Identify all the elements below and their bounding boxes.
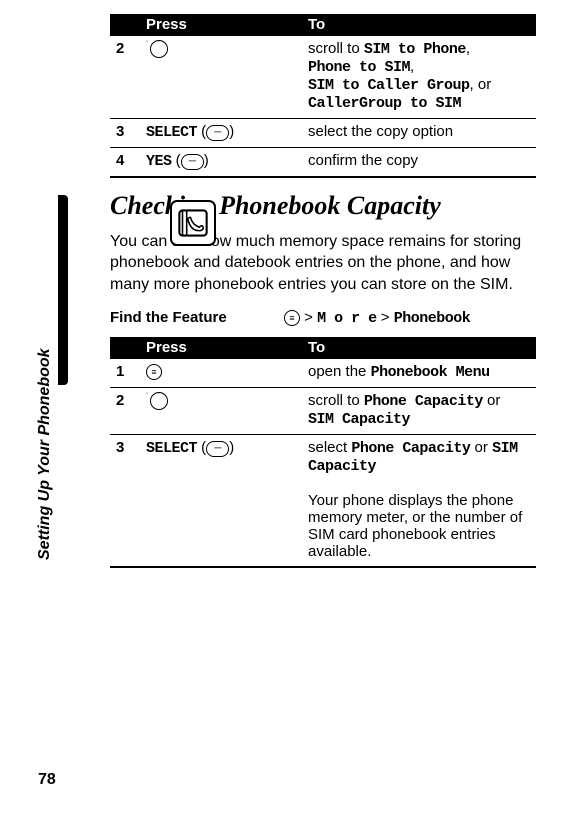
side-tab: [58, 195, 68, 385]
col-to: To: [302, 14, 536, 36]
table-row: 2 scroll to SIM to Phone,Phone to SIM,SI…: [110, 36, 536, 119]
col-press: Press: [140, 337, 302, 359]
phonebook-icon: [170, 200, 216, 246]
table-row: 3 SELECT (─) select the copy option: [110, 119, 536, 148]
find-the-feature: Find the Feature ≡ > M o r e > Phonebook: [110, 309, 536, 327]
table-row: 2 scroll to Phone Capacity or SIM Capaci…: [110, 388, 536, 435]
steps-table-1: Press To 2 scroll to SIM to Phone,Phone …: [110, 14, 536, 178]
side-label: Setting Up Your Phonebook: [36, 348, 54, 560]
table-row: 4 YES (─) confirm the copy: [110, 148, 536, 178]
col-press: Press: [140, 14, 302, 36]
table-row: 1 ≡ open the Phonebook Menu: [110, 359, 536, 388]
feature-path: ≡ > M o r e > Phonebook: [284, 309, 536, 327]
steps-table-2: Press To 1 ≡ open the Phonebook Menu 2 s…: [110, 337, 536, 568]
feature-label: Find the Feature: [110, 309, 270, 327]
table-row: 3 SELECT (─) select Phone Capacity or SI…: [110, 435, 536, 568]
page-number: 78: [38, 771, 56, 789]
col-to: To: [302, 337, 536, 359]
